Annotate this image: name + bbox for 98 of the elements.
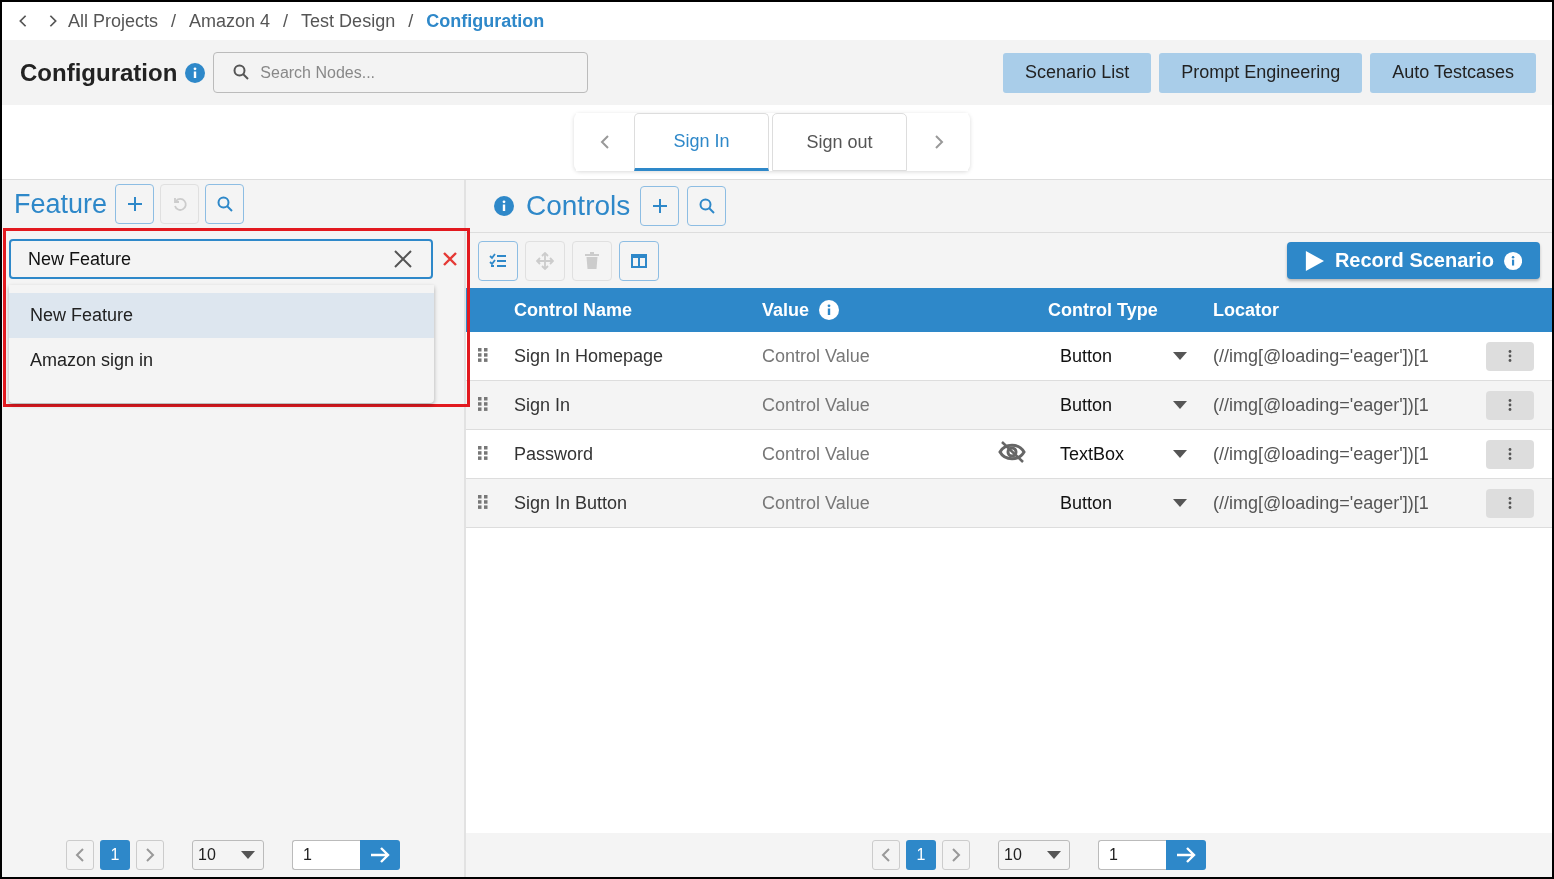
chevron-left-icon: [598, 134, 612, 150]
arrow-right-icon: [370, 847, 390, 863]
control-type-select[interactable]: Button: [1048, 345, 1213, 367]
breadcrumb-link[interactable]: Test Design: [301, 10, 396, 32]
info-icon: [185, 62, 206, 83]
caret-icon: [1173, 450, 1187, 458]
next-page-button[interactable]: [942, 840, 970, 870]
feature-name-field[interactable]: New Feature: [9, 239, 433, 279]
previous-page-button[interactable]: [872, 840, 900, 870]
go-button[interactable]: [360, 840, 400, 870]
scenario-tab[interactable]: Sign In: [634, 113, 769, 171]
chevron-left-icon: [879, 847, 893, 863]
page-size-select[interactable]: 10: [998, 840, 1070, 870]
table-cell-text: Sign In Homepage: [514, 345, 665, 367]
go-button[interactable]: [1166, 840, 1206, 870]
breadcrumb-separator: /: [283, 10, 289, 32]
breadcrumb-link[interactable]: Amazon 4: [189, 10, 271, 32]
search-icon: [698, 198, 715, 214]
more-vertical-icon: [1508, 350, 1512, 362]
header-button[interactable]: Scenario List: [1003, 52, 1152, 93]
page-title: Configuration: [20, 58, 178, 87]
panel-title: Controls: [526, 190, 631, 222]
page-number-field[interactable]: 1: [1098, 840, 1166, 870]
control-type-select[interactable]: Button: [1048, 492, 1213, 514]
page-number-field[interactable]: 1: [292, 840, 360, 870]
checklist-icon: [489, 252, 507, 269]
table-cell-text: Password: [514, 443, 595, 465]
header-button[interactable]: Auto Testcases: [1370, 52, 1536, 93]
table-cell-text: Sign In: [514, 394, 572, 416]
panel-title: Feature: [14, 188, 108, 220]
add-button[interactable]: [115, 184, 155, 224]
record-scenario-button[interactable]: Record Scenario: [1287, 242, 1540, 279]
clear-icon[interactable]: [393, 249, 413, 269]
drag-handle-icon[interactable]: [478, 494, 488, 509]
columns-icon: [631, 253, 647, 268]
breadcrumb-separator: /: [408, 10, 414, 32]
table-cell-text: Control Value: [762, 443, 871, 465]
control-type-select[interactable]: Button: [1048, 394, 1213, 416]
caret-icon: [1173, 401, 1187, 409]
table-cell-text: Control Value: [762, 394, 871, 416]
chevron-right-icon: [932, 134, 946, 150]
dropdown-option[interactable]: Amazon sign in: [9, 338, 434, 383]
control-type-select[interactable]: TextBox: [1048, 443, 1213, 465]
breadcrumb-separator: /: [171, 10, 177, 32]
move-icon: [536, 251, 554, 270]
columns-button[interactable]: [619, 240, 659, 281]
drag-handle-icon[interactable]: [478, 347, 488, 362]
table-cell-text: Control Value: [762, 492, 871, 514]
add-button[interactable]: [640, 186, 680, 226]
drag-handle-icon[interactable]: [478, 445, 488, 460]
caret-icon: [1173, 499, 1187, 507]
info-icon: [819, 300, 840, 320]
search-button[interactable]: [687, 186, 727, 226]
column-header: Control Type: [1048, 299, 1159, 321]
undo-icon: [171, 196, 188, 212]
table-cell-text: (//img[@loading='eager'])[1: [1213, 394, 1430, 416]
play-icon: [1305, 248, 1325, 273]
column-header: Locator: [1213, 299, 1280, 321]
column-header: Value: [762, 299, 810, 321]
breadcrumb-link[interactable]: Configuration: [426, 10, 545, 32]
chevron-left-icon: [73, 847, 87, 863]
plus-icon: [651, 198, 668, 214]
chevron-right-icon: [143, 847, 157, 863]
next-page-button[interactable]: [136, 840, 164, 870]
trash-icon: [585, 252, 599, 269]
page-size-select[interactable]: 10: [192, 840, 264, 870]
drag-handle-icon[interactable]: [478, 396, 488, 411]
search-field[interactable]: Search Nodes...: [213, 52, 589, 93]
page-button[interactable]: 1: [100, 840, 130, 870]
caret-icon: [241, 851, 255, 859]
eye-slash-icon[interactable]: [998, 439, 1026, 464]
table-cell-text: Sign In Button: [514, 492, 629, 514]
scenario-tab[interactable]: Sign out: [772, 113, 907, 171]
table-cell-text: Control Value: [762, 345, 871, 367]
previous-page-button[interactable]: [66, 840, 94, 870]
checklist-button[interactable]: [478, 240, 518, 281]
caret-icon: [1047, 851, 1061, 859]
search-icon: [216, 196, 233, 212]
table-cell-text: (//img[@loading='eager'])[1: [1213, 345, 1430, 367]
info-icon: [1503, 250, 1522, 271]
dropdown-option[interactable]: New Feature: [9, 293, 434, 338]
search-button[interactable]: [205, 184, 245, 224]
table-cell-text: (//img[@loading='eager'])[1: [1213, 492, 1430, 514]
arrow-right-icon: [1176, 847, 1196, 863]
chevron-right-icon: [949, 847, 963, 863]
column-header: Control Name: [514, 299, 633, 321]
breadcrumb-link[interactable]: All Projects: [68, 10, 159, 32]
more-vertical-icon: [1508, 399, 1512, 411]
plus-icon: [126, 196, 143, 212]
more-vertical-icon: [1508, 448, 1512, 460]
search-icon: [233, 64, 250, 80]
info-icon: [494, 196, 514, 216]
caret-icon: [1173, 352, 1187, 360]
more-vertical-icon: [1508, 497, 1512, 509]
cancel-icon[interactable]: [442, 251, 458, 267]
header-button[interactable]: Prompt Engineering: [1159, 52, 1363, 93]
page-button[interactable]: 1: [906, 840, 936, 870]
table-cell-text: (//img[@loading='eager'])[1: [1213, 443, 1430, 465]
